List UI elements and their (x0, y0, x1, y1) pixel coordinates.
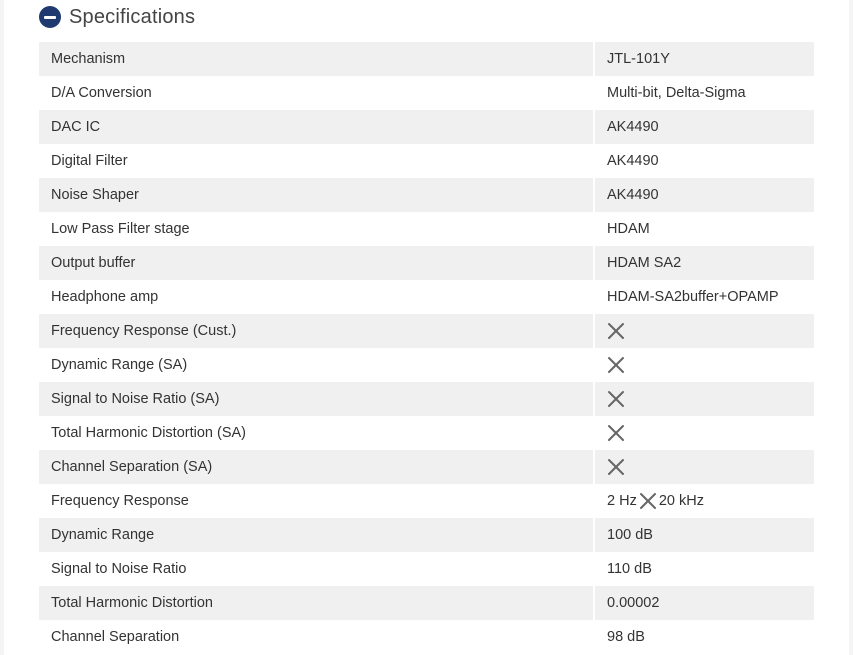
spec-value-cell (594, 382, 814, 416)
specifications-header[interactable]: Specifications (39, 4, 195, 30)
specifications-table: Mechanism JTL-101Y D/A Conversion Multi-bit… (39, 42, 814, 654)
panel-right-border (849, 0, 853, 655)
spec-label: Headphone amp (39, 280, 595, 314)
spec-value: 98 dB (607, 629, 645, 645)
spec-value-cell: Multi-bit, Delta-Sigma (594, 76, 814, 110)
spec-value: 100 dB (607, 527, 653, 543)
spec-value: Multi-bit, Delta-Sigma (607, 85, 746, 101)
spec-label: D/A Conversion (39, 76, 595, 110)
spec-label: Dynamic Range (39, 518, 595, 552)
table-row: Total Harmonic Distortion 0.00002 (39, 586, 814, 620)
spec-label: Channel Separation (SA) (39, 450, 595, 484)
specifications-table-body: Mechanism JTL-101Y D/A Conversion Multi-bit… (39, 42, 814, 654)
spec-value-cell: 0.00002 (594, 586, 814, 620)
table-row: Total Harmonic Distortion (SA) (39, 416, 814, 450)
table-row: Dynamic Range (SA) (39, 348, 814, 382)
spec-value-cell: 2 Hz 20 kHz (594, 484, 814, 518)
spec-value: AK4490 (607, 187, 659, 203)
spec-label: DAC IC (39, 110, 595, 144)
spec-value: AK4490 (607, 119, 659, 135)
spec-value: HDAM SA2 (607, 255, 682, 271)
spec-label: Output buffer (39, 246, 595, 280)
spec-value-cell: 98 dB (594, 620, 814, 654)
table-row: Frequency Response 2 Hz 20 kHz (39, 484, 814, 518)
table-row: Signal to Noise Ratio (SA) (39, 382, 814, 416)
table-row: Noise Shaper AK4490 (39, 178, 814, 212)
spec-label: Signal to Noise Ratio (39, 552, 595, 586)
x-icon (639, 492, 657, 510)
x-icon (607, 322, 625, 340)
spec-value: HDAM (607, 221, 650, 237)
table-row: Dynamic Range 100 dB (39, 518, 814, 552)
spec-value: HDAM-SA2buffer+OPAMP (607, 289, 779, 305)
table-row: Low Pass Filter stage HDAM (39, 212, 814, 246)
table-row: Frequency Response (Cust.) (39, 314, 814, 348)
x-icon (607, 390, 625, 408)
spec-value-cell: 110 dB (594, 552, 814, 586)
table-row: Headphone amp HDAM-SA2buffer+OPAMP (39, 280, 814, 314)
spec-label: Dynamic Range (SA) (39, 348, 595, 382)
spec-label: Total Harmonic Distortion (39, 586, 595, 620)
spec-value: AK4490 (607, 153, 659, 169)
spec-value-cell (594, 450, 814, 484)
spec-value-cell (594, 416, 814, 450)
spec-value: 0.00002 (607, 595, 660, 611)
spec-value: JTL-101Y (607, 51, 670, 67)
spec-label: Digital Filter (39, 144, 595, 178)
spec-value: 110 dB (607, 561, 652, 577)
spec-label: Mechanism (39, 42, 595, 76)
x-icon (607, 458, 625, 476)
spec-value-cell: HDAM-SA2buffer+OPAMP (594, 280, 814, 314)
table-row: DAC IC AK4490 (39, 110, 814, 144)
frequency-range: 2 Hz 20 kHz (607, 492, 704, 510)
x-icon (607, 424, 625, 442)
spec-label: Frequency Response (Cust.) (39, 314, 595, 348)
table-row: D/A Conversion Multi-bit, Delta-Sigma (39, 76, 814, 110)
table-row: Digital Filter AK4490 (39, 144, 814, 178)
spec-value-cell: JTL-101Y (594, 42, 814, 76)
table-row: Output buffer HDAM SA2 (39, 246, 814, 280)
spec-value-cell (594, 348, 814, 382)
panel-left-border (0, 0, 4, 655)
spec-label: Frequency Response (39, 484, 595, 518)
spec-value-cell: HDAM (594, 212, 814, 246)
x-icon (607, 356, 625, 374)
spec-label: Low Pass Filter stage (39, 212, 595, 246)
section-title: Specifications (69, 5, 196, 28)
table-row: Channel Separation 98 dB (39, 620, 814, 654)
specifications-panel: Specifications Mechanism JTL-101Y D/A Conv… (0, 0, 853, 655)
spec-value-cell: AK4490 (594, 178, 814, 212)
table-row: Channel Separation (SA) (39, 450, 814, 484)
spec-value-cell: HDAM SA2 (594, 246, 814, 280)
table-row: Mechanism JTL-101Y (39, 42, 814, 76)
range-to: 20 kHz (658, 493, 704, 509)
spec-label: Noise Shaper (39, 178, 595, 212)
spec-value-cell: AK4490 (594, 110, 814, 144)
spec-value-cell: AK4490 (594, 144, 814, 178)
range-from: 2 Hz (607, 493, 637, 509)
spec-label: Signal to Noise Ratio (SA) (39, 382, 595, 416)
minus-circle-icon[interactable] (39, 6, 61, 28)
spec-value-cell (594, 314, 814, 348)
table-row: Signal to Noise Ratio 110 dB (39, 552, 814, 586)
spec-label: Channel Separation (39, 620, 595, 654)
spec-value-cell: 100 dB (594, 518, 814, 552)
spec-label: Total Harmonic Distortion (SA) (39, 416, 595, 450)
